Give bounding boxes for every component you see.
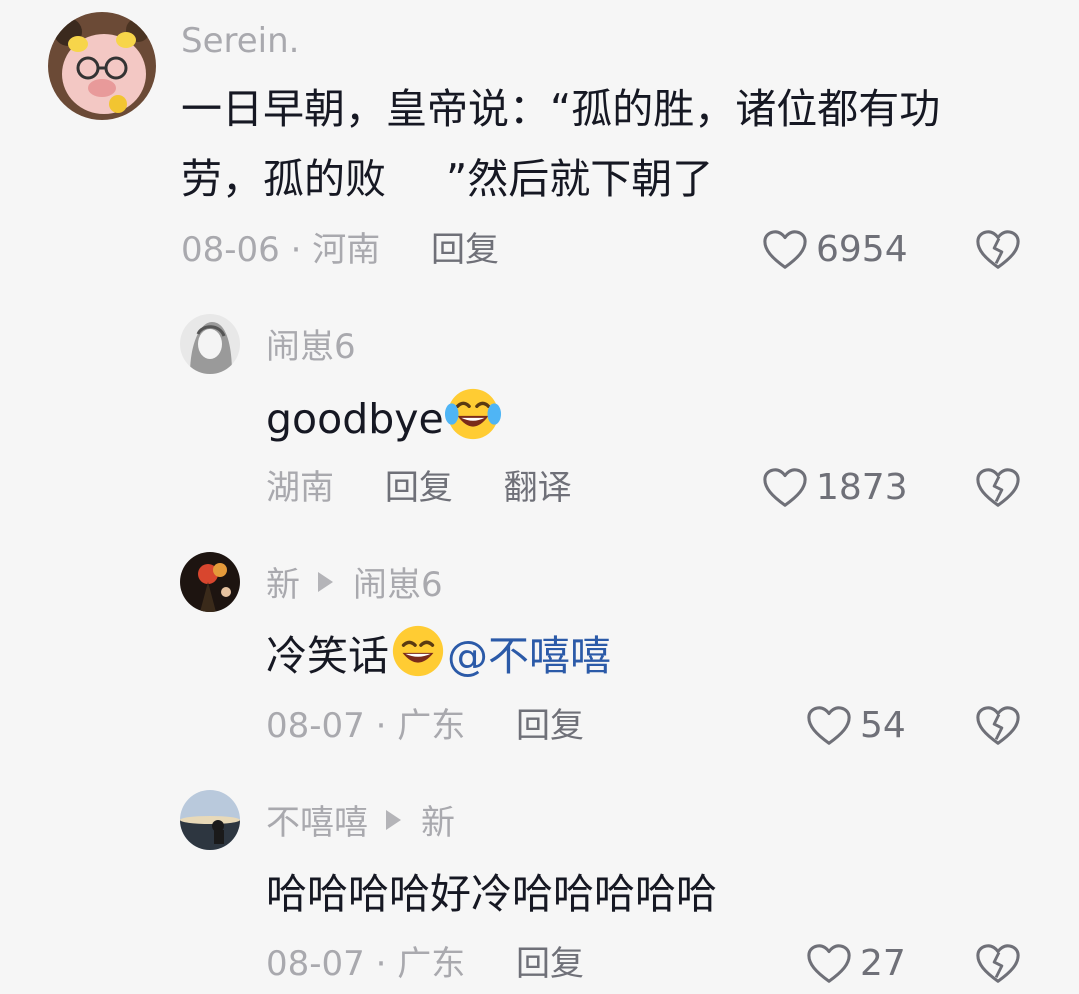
translate-button[interactable]: 翻译	[504, 468, 572, 508]
comment-text-after: ”然后就下朝了	[446, 155, 714, 203]
reply-button[interactable]: 回复	[516, 706, 584, 746]
grinning-smile-emoji	[389, 622, 447, 680]
comment-text-body: goodbye	[266, 395, 444, 443]
heart-icon	[807, 706, 851, 745]
comment-meta: 08-07 · 广东 回复	[266, 709, 584, 743]
like-button[interactable]: 54	[806, 704, 906, 748]
comment-meta: 湖南 回复 翻译	[266, 471, 572, 505]
like-count: 27	[860, 943, 906, 984]
broken-heart-icon	[976, 706, 1020, 745]
reply-arrow-icon	[386, 810, 401, 830]
heart-icon	[763, 230, 807, 269]
avatar[interactable]	[180, 790, 240, 850]
dislike-button[interactable]	[975, 466, 1021, 510]
broken-heart-icon	[976, 230, 1020, 269]
like-count: 54	[860, 705, 906, 746]
like-button[interactable]: 6954	[762, 228, 908, 272]
mention-link[interactable]: @不嘻嘻	[447, 632, 611, 680]
like-count: 6954	[816, 229, 908, 270]
dislike-button[interactable]	[975, 228, 1021, 272]
reply-button[interactable]: 回复	[516, 944, 584, 984]
comment-meta: 08-06 · 河南 回复	[181, 233, 499, 267]
reply-author[interactable]: 不嘻嘻	[266, 803, 368, 843]
broken-heart-icon	[976, 944, 1020, 983]
comment-location: 河南	[312, 230, 381, 270]
comment-date: 08-06	[181, 230, 280, 270]
like-button[interactable]: 27	[806, 942, 906, 986]
meta-separator: ·	[290, 230, 302, 270]
comment-text: 冷笑话 @不嘻嘻	[266, 621, 611, 691]
avatar-image	[48, 12, 156, 120]
avatar[interactable]	[180, 314, 240, 374]
comment-author[interactable]: 闹崽6	[266, 330, 356, 364]
reply-button[interactable]: 回复	[385, 468, 453, 508]
comment-author: 不嘻嘻 新	[266, 806, 455, 840]
reply-target[interactable]: 新	[421, 803, 455, 843]
comment-text: 哈哈哈哈好冷哈哈哈哈哈	[266, 870, 717, 918]
dislike-button[interactable]	[975, 704, 1021, 748]
avatar[interactable]	[48, 12, 156, 120]
comment-text-body: 冷笑话	[266, 632, 389, 680]
comment-date: 08-07	[266, 706, 365, 746]
comment-author: 新 闹崽6	[266, 568, 443, 602]
avatar-image	[180, 790, 240, 850]
laughing-tears-emoji	[444, 385, 502, 443]
comment-author[interactable]: Serein.	[181, 24, 299, 58]
reply-button[interactable]: 回复	[431, 230, 499, 270]
meta-separator: ·	[375, 944, 387, 984]
comment-location: 湖南	[266, 468, 334, 508]
like-count: 1873	[816, 467, 908, 508]
broken-heart-icon	[976, 468, 1020, 507]
avatar-image	[180, 552, 240, 612]
dislike-button[interactable]	[975, 942, 1021, 986]
comment-meta: 08-07 · 广东 回复	[266, 947, 584, 981]
comment-location: 广东	[397, 944, 466, 984]
meta-separator: ·	[375, 706, 387, 746]
heart-icon	[763, 468, 807, 507]
comment-date: 08-07	[266, 944, 365, 984]
reply-arrow-icon	[318, 572, 333, 592]
avatar-image	[180, 314, 240, 374]
comment-text: 一日早朝，皇帝说：“孤的胜，诸位都有功劳，孤的败 ”然后就下朝了	[181, 74, 1021, 214]
comment-text: goodbye	[266, 384, 502, 454]
heart-icon	[807, 944, 851, 983]
reply-author[interactable]: 新	[266, 565, 300, 605]
like-button[interactable]: 1873	[762, 466, 908, 510]
reply-target[interactable]: 闹崽6	[353, 565, 443, 605]
avatar[interactable]	[180, 552, 240, 612]
comment-location: 广东	[397, 706, 466, 746]
